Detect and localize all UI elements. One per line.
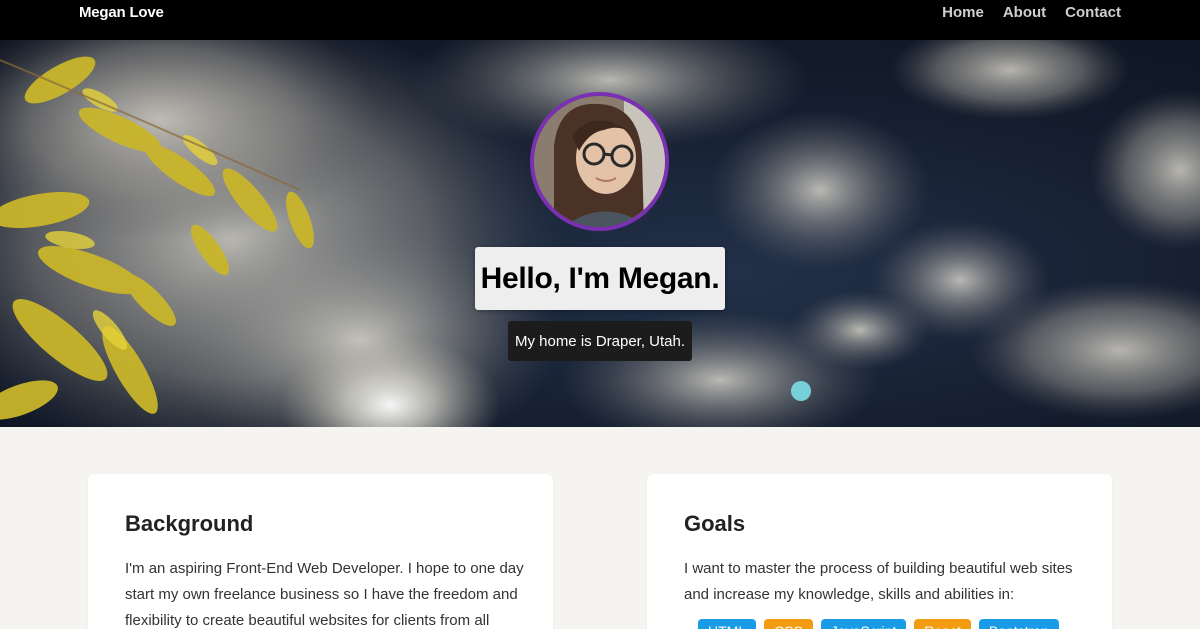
skill-tag-bootstrap: Bootstrap bbox=[978, 619, 1059, 629]
hero-title: Hello, I'm Megan. bbox=[475, 247, 725, 310]
goals-card-title: Goals bbox=[684, 511, 746, 536]
brand-link[interactable]: Megan Love bbox=[79, 4, 164, 22]
goals-card: Goals I want to master the process of bu… bbox=[647, 474, 1112, 629]
skill-tag-html: HTML bbox=[698, 619, 757, 629]
hero-banner: Hello, I'm Megan. My home is Draper, Uta… bbox=[0, 40, 1200, 427]
nav-link-about[interactable]: About bbox=[1003, 4, 1046, 22]
nav-link-contact[interactable]: Contact bbox=[1065, 4, 1121, 22]
skill-tag-javascript: JavaScript bbox=[820, 619, 907, 629]
background-card-title: Background bbox=[125, 511, 254, 536]
profile-photo bbox=[534, 96, 665, 227]
nav-link-home[interactable]: Home bbox=[942, 4, 984, 22]
skill-tag-react: React bbox=[914, 619, 971, 629]
skill-tags: HTML CSS JavaScript React Bootstrap bbox=[698, 619, 1059, 629]
goals-card-text: I want to master the process of building… bbox=[684, 560, 1073, 603]
background-card-text: I'm an aspiring Front-End Web Developer.… bbox=[125, 560, 524, 629]
skill-tag-css: CSS bbox=[764, 619, 813, 629]
top-navbar: Megan Love Home About Contact bbox=[0, 0, 1200, 40]
profile-avatar bbox=[530, 92, 669, 231]
background-card: Background I'm an aspiring Front-End Web… bbox=[88, 474, 553, 629]
hero-subtitle: My home is Draper, Utah. bbox=[508, 321, 692, 361]
nav-links: Home About Contact bbox=[942, 4, 1121, 22]
